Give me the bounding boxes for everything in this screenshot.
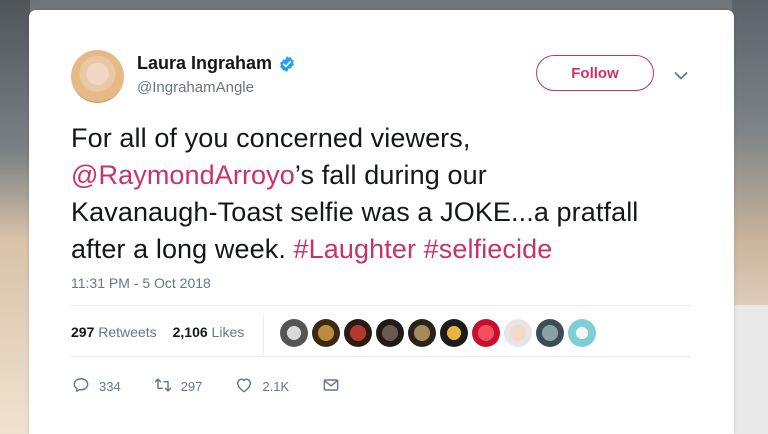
hashtag-link[interactable]: #selfiecide: [424, 234, 553, 264]
envelope-icon: [321, 375, 341, 398]
divider: [71, 356, 691, 357]
liker-avatar[interactable]: [568, 319, 596, 347]
tweet-text: For all of you concerned viewers, @Raymo…: [71, 120, 711, 268]
liker-avatars: [280, 319, 596, 347]
tweet-actions: 334 297 2.1K: [71, 375, 373, 398]
display-name[interactable]: Laura Ingraham: [137, 53, 272, 74]
stats-separator: [263, 315, 264, 357]
liker-avatar[interactable]: [376, 319, 404, 347]
liker-avatar[interactable]: [440, 319, 468, 347]
tweet-text-line: ’s fall during our: [294, 160, 487, 190]
liker-avatar[interactable]: [408, 319, 436, 347]
retweet-icon: [153, 375, 173, 398]
message-button[interactable]: [321, 375, 341, 398]
reply-icon: [71, 375, 91, 398]
likes-stat[interactable]: 2,106 Likes: [173, 324, 245, 340]
timestamp[interactable]: 11:31 PM - 5 Oct 2018: [71, 275, 211, 291]
tweet-card: Laura Ingraham @IngrahamAngle Follow For…: [29, 10, 734, 434]
avatar[interactable]: [71, 50, 124, 103]
retweets-stat[interactable]: 297 Retweets: [71, 324, 157, 340]
background-right: [732, 0, 768, 434]
retweet-count: 297: [180, 379, 203, 394]
follow-button[interactable]: Follow: [536, 55, 654, 91]
liker-avatar[interactable]: [344, 319, 372, 347]
liker-avatar[interactable]: [280, 319, 308, 347]
reply-button[interactable]: 334: [71, 375, 121, 398]
author-name-row[interactable]: Laura Ingraham: [137, 53, 296, 74]
likes-count: 2,106: [172, 324, 208, 340]
mention-link[interactable]: @RaymondArroyo: [71, 160, 295, 190]
heart-icon: [234, 375, 254, 398]
verified-icon: [278, 55, 296, 73]
background-strip: [732, 305, 768, 434]
liker-avatar[interactable]: [312, 319, 340, 347]
tweet-text-line: For all of you concerned viewers,: [71, 123, 471, 153]
divider: [71, 305, 691, 306]
liker-avatar[interactable]: [472, 319, 500, 347]
liker-avatar[interactable]: [504, 319, 532, 347]
retweet-button[interactable]: 297: [153, 375, 203, 398]
tweet-text-line: Kavanaugh-Toast selfie was a JOKE...a pr…: [71, 197, 639, 227]
hashtag-link[interactable]: #Laughter: [294, 234, 417, 264]
likes-label: Likes: [211, 324, 245, 340]
chevron-down-icon[interactable]: [674, 68, 688, 80]
like-button[interactable]: 2.1K: [234, 375, 289, 398]
retweets-count: 297: [71, 324, 95, 340]
reply-count: 334: [99, 379, 121, 394]
handle[interactable]: @IngrahamAngle: [137, 79, 254, 96]
engagement-stats: 297 Retweets 2,106 Likes: [71, 324, 244, 340]
retweets-label: Retweets: [98, 324, 157, 340]
tweet-text-line: after a long week.: [71, 234, 294, 264]
background-left: [0, 0, 30, 434]
liker-avatar[interactable]: [536, 319, 564, 347]
like-count: 2.1K: [262, 379, 290, 394]
